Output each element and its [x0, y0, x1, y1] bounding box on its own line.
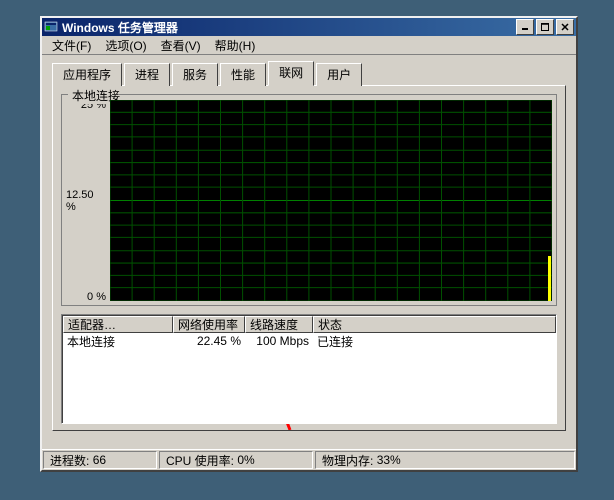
close-button[interactable]: [556, 19, 574, 35]
col-usage[interactable]: 网络使用率: [173, 316, 245, 333]
network-chart-area: [110, 100, 552, 301]
col-adapter[interactable]: 适配器…: [63, 316, 173, 333]
menu-option[interactable]: 选项(O): [99, 36, 152, 55]
network-tab-page: 本地连接 25 % 12.50 % 0 %: [52, 85, 566, 431]
y-tick-mid: 12.50 %: [66, 189, 106, 213]
tab-services[interactable]: 服务: [172, 63, 218, 86]
menubar: 文件(F) 选项(O) 查看(V) 帮助(H): [42, 36, 576, 55]
cell-speed: 100 Mbps: [245, 333, 313, 349]
col-state[interactable]: 状态: [313, 316, 556, 333]
task-manager-window: Windows 任务管理器 文件(F) 选项(O) 查看(V) 帮助(H): [40, 16, 578, 472]
network-chart-group: 本地连接 25 % 12.50 % 0 %: [61, 94, 557, 306]
tab-processes[interactable]: 进程: [124, 63, 170, 86]
tab-strip: 应用程序 进程 服务 性能 联网 用户: [52, 61, 566, 86]
tab-performance[interactable]: 性能: [220, 63, 266, 86]
menu-help[interactable]: 帮助(H): [209, 36, 262, 55]
status-bar: 进程数: 66 CPU 使用率: 0% 物理内存: 33%: [42, 449, 576, 470]
maximize-button[interactable]: [536, 19, 554, 35]
col-speed[interactable]: 线路速度: [245, 316, 313, 333]
menu-file[interactable]: 文件(F): [46, 36, 97, 55]
status-memory: 物理内存: 33%: [315, 451, 575, 469]
tab-users[interactable]: 用户: [316, 63, 362, 86]
chart-y-axis: 25 % 12.50 % 0 %: [66, 100, 110, 301]
y-tick-bot: 0 %: [87, 291, 106, 303]
cell-state: 已连接: [313, 333, 556, 349]
cell-usage: 22.45 %: [173, 333, 245, 349]
menu-view[interactable]: 查看(V): [155, 36, 207, 55]
network-table: 适配器… 网络使用率 线路速度 状态 本地连接 22.45 % 100 Mbps…: [61, 314, 557, 424]
table-row[interactable]: 本地连接 22.45 % 100 Mbps 已连接: [63, 333, 556, 349]
minimize-button[interactable]: [516, 19, 534, 35]
tab-networking[interactable]: 联网: [268, 61, 314, 86]
window-title: Windows 任务管理器: [62, 19, 516, 36]
status-cpu: CPU 使用率: 0%: [159, 451, 313, 469]
cell-adapter: 本地连接: [63, 333, 173, 349]
network-activity-spike: [548, 256, 551, 301]
tab-apps[interactable]: 应用程序: [52, 63, 122, 86]
status-processes: 进程数: 66: [43, 451, 157, 469]
titlebar[interactable]: Windows 任务管理器: [42, 18, 576, 36]
table-header: 适配器… 网络使用率 线路速度 状态: [63, 316, 556, 333]
app-icon: [44, 20, 58, 34]
